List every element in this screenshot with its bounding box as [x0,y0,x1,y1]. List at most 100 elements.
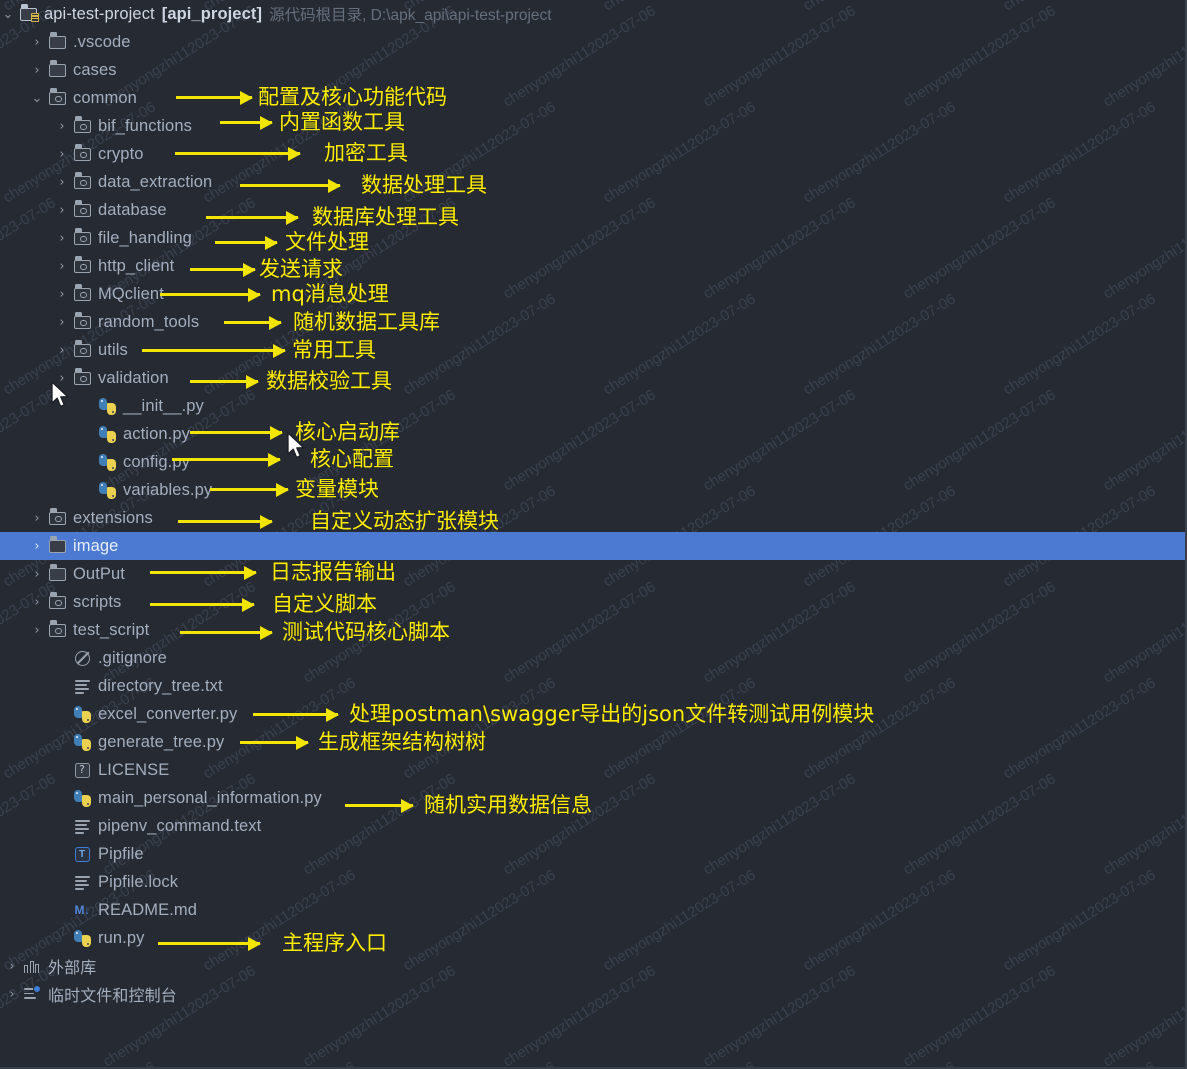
chevron-down-icon[interactable]: ⌄ [29,91,45,106]
tree-item-label: directory_tree.txt [98,676,223,695]
watermark-text: chenyongzhi112023-07-06 [800,1058,959,1069]
tree-item-label: http_client [98,256,175,275]
python-file-icon [72,929,92,947]
tree-row[interactable]: › http_client [0,252,1187,280]
tree-row[interactable]: › MQclient [0,280,1187,308]
tree-item-label: LICENSE [98,760,170,779]
watermark-text: chenyongzhi112023-07-06 [0,1058,159,1069]
folder-icon [47,564,67,583]
chevron-right-icon[interactable]: › [29,595,45,610]
tree-row[interactable]: › 外部库 [0,952,1187,980]
tree-item-label: file_handling [98,228,192,247]
tree-row[interactable]: config.py [0,448,1187,476]
project-tree[interactable]: ⌄ api-test-project [api_project] 源代码根目录,… [0,0,1187,1008]
tree-row[interactable]: directory_tree.txt [0,672,1187,700]
tree-row-selected[interactable]: › image [0,532,1187,560]
python-file-icon [72,705,92,723]
tree-item-label: random_tools [98,312,200,331]
chevron-right-icon[interactable]: › [54,147,70,162]
tree-item-label: generate_tree.py [98,732,225,751]
tree-item-label: main_personal_information.py [98,788,322,807]
tree-row[interactable]: › cases [0,56,1187,84]
python-file-icon [97,481,117,499]
tree-row[interactable]: › utils [0,336,1187,364]
tree-item-label: .vscode [73,32,131,51]
tree-item-label: variables.py [123,480,213,499]
chevron-right-icon[interactable]: › [54,287,70,302]
tree-row[interactable]: __init__.py [0,392,1187,420]
package-folder-icon [72,368,92,387]
package-folder-icon [72,200,92,219]
tree-row[interactable]: pipenv_command.text [0,812,1187,840]
chevron-right-icon[interactable]: › [4,959,20,974]
tree-item-label: database [98,200,167,219]
tree-row[interactable]: › .vscode [0,28,1187,56]
tree-row[interactable]: generate_tree.py [0,728,1187,756]
tree-item-label: Pipfile [98,844,144,863]
chevron-right-icon[interactable]: › [54,175,70,190]
gitignore-icon [72,649,92,667]
text-file-icon [72,677,92,695]
project-name: api-test-project [44,4,155,23]
tree-row[interactable]: excel_converter.py [0,700,1187,728]
tree-row[interactable]: T Pipfile [0,840,1187,868]
text-file-icon [72,873,92,891]
tree-row[interactable]: › file_handling [0,224,1187,252]
tree-row[interactable]: › extensions [0,504,1187,532]
chevron-right-icon[interactable]: › [4,987,20,1002]
tree-item-label: MQclient [98,284,164,303]
python-file-icon [97,425,117,443]
python-file-icon [72,789,92,807]
tree-item-label: run.py [98,928,145,947]
chevron-right-icon[interactable]: › [54,315,70,330]
folder-icon [47,32,67,51]
tree-row[interactable]: action.py [0,420,1187,448]
chevron-right-icon[interactable]: › [29,539,45,554]
tree-item-label: test_script [73,620,150,639]
tree-row[interactable]: › data_extraction [0,168,1187,196]
tree-row[interactable]: Pipfile.lock [0,868,1187,896]
tree-row[interactable]: main_personal_information.py [0,784,1187,812]
tree-row[interactable]: › random_tools [0,308,1187,336]
chevron-right-icon[interactable]: › [54,203,70,218]
chevron-right-icon[interactable]: › [54,259,70,274]
tree-row[interactable]: ⌄ common [0,84,1187,112]
markdown-file-icon: M↓ [74,903,91,917]
tree-row[interactable]: › scripts [0,588,1187,616]
watermark-text: chenyongzhi112023-07-06 [400,1058,559,1069]
tree-row-project-root[interactable]: ⌄ api-test-project [api_project] 源代码根目录,… [0,0,1187,28]
package-folder-icon [72,340,92,359]
chevron-right-icon[interactable]: › [54,119,70,134]
project-path: 源代码根目录, D:\apk_api\api-test-project [269,7,552,24]
chevron-right-icon[interactable]: › [29,35,45,50]
tree-item-label: bif_functions [98,116,192,135]
tree-row[interactable]: › 临时文件和控制台 [0,980,1187,1008]
tree-row[interactable]: variables.py [0,476,1187,504]
tree-row[interactable]: › crypto [0,140,1187,168]
tree-row[interactable]: M↓ README.md [0,896,1187,924]
chevron-right-icon[interactable]: › [29,63,45,78]
chevron-right-icon[interactable]: › [54,231,70,246]
tree-row[interactable]: › validation [0,364,1187,392]
package-folder-icon [47,592,67,611]
unknown-file-icon: ? [72,761,92,779]
tree-row[interactable]: › database [0,196,1187,224]
chevron-right-icon[interactable]: › [54,343,70,358]
tree-row[interactable]: .gitignore [0,644,1187,672]
toml-file-icon: T [72,845,92,863]
package-folder-icon [72,284,92,303]
tree-row[interactable]: › OutPut [0,560,1187,588]
chevron-right-icon[interactable]: › [29,567,45,582]
project-folder-icon [18,4,39,23]
tree-row[interactable]: › bif_functions [0,112,1187,140]
tree-row[interactable]: run.py [0,924,1187,952]
tree-item-label: 外部库 [48,958,97,977]
package-folder-icon [47,508,67,527]
watermark-text: chenyongzhi112023-07-06 [1000,1058,1159,1069]
tree-row[interactable]: ? LICENSE [0,756,1187,784]
chevron-down-icon[interactable]: ⌄ [0,7,16,22]
tree-row[interactable]: › test_script [0,616,1187,644]
chevron-right-icon[interactable]: › [29,511,45,526]
chevron-right-icon[interactable]: › [29,623,45,638]
tree-item-label: config.py [123,452,190,471]
